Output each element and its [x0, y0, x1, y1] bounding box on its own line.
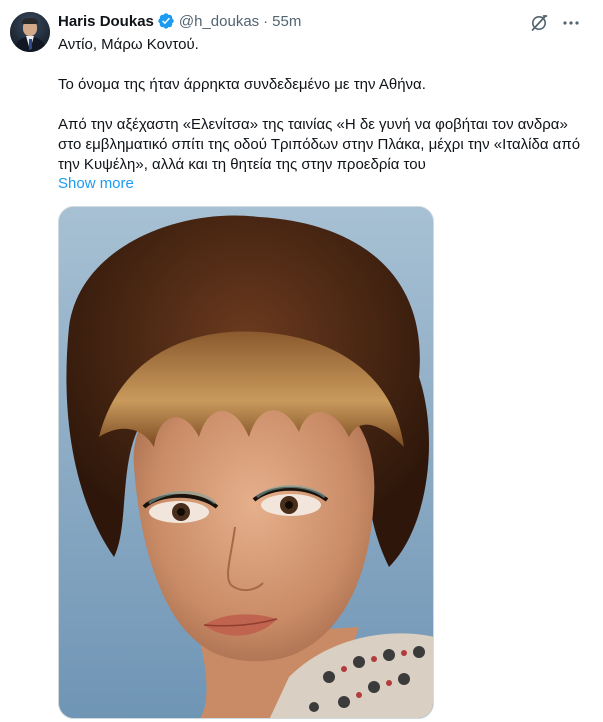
tweet-paragraph: Αντίο, Μάρω Κοντού. [58, 36, 199, 53]
tweet-text: Αντίο, Μάρω Κοντού. Το όνομα της ήταν άρ… [58, 35, 588, 175]
separator-dot: · [263, 12, 269, 30]
tweet[interactable]: Haris Doukas @h_doukas · 55m Αντίο, Μάρω… [0, 0, 603, 722]
author-name[interactable]: Haris Doukas [58, 13, 154, 30]
tweet-header: Haris Doukas @h_doukas · 55m [58, 11, 301, 31]
timestamp[interactable]: 55m [272, 13, 301, 30]
tweet-paragraph: Από την αξέχαστη «Ελενίτσα» της ταινίας … [58, 116, 581, 173]
avatar[interactable] [10, 12, 50, 52]
show-more-link[interactable]: Show more [58, 174, 134, 194]
author-handle[interactable]: @h_doukas [179, 13, 259, 30]
grok-icon[interactable] [529, 13, 549, 33]
verified-badge-icon[interactable] [157, 12, 175, 30]
tweet-paragraph: Το όνομα της ήταν άρρηκτα συνδεδεμένο με… [58, 76, 426, 93]
portrait-image [59, 207, 433, 718]
more-options-icon[interactable] [561, 13, 581, 33]
tweet-photo[interactable] [58, 206, 434, 719]
